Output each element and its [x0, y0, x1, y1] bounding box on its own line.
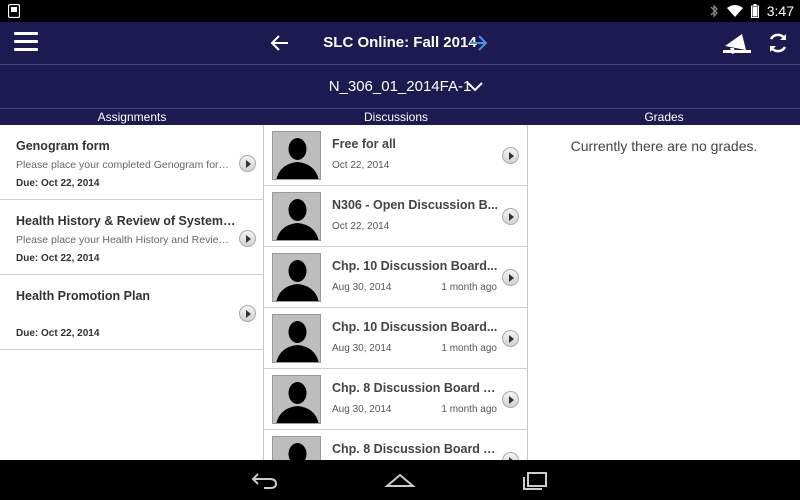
megaphone-icon[interactable] — [722, 30, 752, 56]
discussion-title: Chp. 8 Discussion Board A... — [332, 381, 498, 395]
assignment-title: Health Promotion Plan — [16, 289, 151, 303]
app-title: SLC Online: Fall 2014 — [323, 34, 477, 51]
avatar-icon — [272, 192, 321, 241]
discussion-item[interactable]: Chp. 10 Discussion Board... Aug 30, 2014… — [264, 308, 527, 369]
refresh-icon[interactable] — [766, 31, 790, 55]
discussion-date: Aug 30, 2014 — [332, 343, 392, 354]
discussion-title: N306 - Open Discussion B... — [332, 198, 498, 212]
discussions-header: Discussions — [363, 110, 429, 124]
assignment-due: Due: Oct 22, 2014 — [16, 178, 100, 189]
status-clock: 3:47 — [766, 3, 794, 19]
status-bar: 3:47 — [0, 0, 800, 22]
system-nav-bar — [0, 460, 800, 500]
assignment-due: Due: Oct 22, 2014 — [16, 328, 100, 339]
chevron-right-icon[interactable] — [502, 391, 519, 408]
discussion-item[interactable]: N306 - Open Discussion B... Oct 22, 2014 — [264, 186, 527, 247]
grades-header: Grades — [644, 110, 684, 124]
column-headers: Assignments Discussions Grades — [0, 108, 800, 125]
avatar-icon — [272, 131, 321, 180]
chevron-right-icon[interactable] — [502, 330, 519, 347]
forward-arrow-icon[interactable] — [466, 31, 490, 55]
avatar-icon — [272, 314, 321, 363]
chevron-right-icon[interactable] — [239, 305, 256, 322]
discussion-ago: 1 month ago — [441, 282, 497, 293]
discussion-date: Aug 30, 2014 — [332, 282, 392, 293]
discussion-ago: 1 month ago — [441, 343, 497, 354]
assignment-due: Due: Oct 22, 2014 — [16, 253, 100, 264]
discussion-title: Chp. 10 Discussion Board... — [332, 259, 498, 273]
back-arrow-icon[interactable] — [268, 31, 292, 55]
recents-icon[interactable] — [520, 470, 550, 490]
grades-empty-message: Currently there are no grades. — [570, 138, 758, 154]
discussion-date: Oct 22, 2014 — [332, 221, 390, 232]
chevron-right-icon[interactable] — [239, 230, 256, 247]
chevron-right-icon[interactable] — [502, 208, 519, 225]
discussion-item[interactable]: Chp. 8 Discussion Board A... — [264, 430, 527, 460]
assignments-list[interactable]: Genogram form Please place your complete… — [0, 125, 264, 460]
discussion-date: Oct 22, 2014 — [332, 160, 390, 171]
bluetooth-icon — [710, 4, 718, 18]
assignments-header: Assignments — [97, 110, 167, 124]
discussion-date: Aug 30, 2014 — [332, 404, 392, 415]
discussion-title: Chp. 10 Discussion Board... — [332, 320, 498, 334]
discussion-item[interactable]: Chp. 10 Discussion Board... Aug 30, 2014… — [264, 247, 527, 308]
discussion-item[interactable]: Free for all Oct 22, 2014 — [264, 125, 527, 186]
assignment-item[interactable]: Health Promotion Plan Due: Oct 22, 2014 — [0, 275, 263, 350]
avatar-icon — [272, 375, 321, 424]
avatar-icon — [272, 436, 321, 460]
assignment-description: Please place your Health History and Rev… — [16, 234, 236, 246]
discussion-item[interactable]: Chp. 8 Discussion Board A... Aug 30, 201… — [264, 369, 527, 430]
assignment-title: Genogram form — [16, 139, 110, 153]
discussions-list[interactable]: Free for all Oct 22, 2014 N306 - Open Di… — [264, 125, 528, 460]
discussion-ago: 1 month ago — [441, 404, 497, 415]
main-content: Genogram form Please place your complete… — [0, 125, 800, 460]
assignment-item[interactable]: Genogram form Please place your complete… — [0, 125, 263, 200]
course-name[interactable]: N_306_01_2014FA-1 — [0, 65, 800, 108]
android-notification-icon — [8, 4, 20, 18]
discussion-title: Chp. 8 Discussion Board A... — [332, 442, 498, 456]
course-selector[interactable]: N_306_01_2014FA-1 — [0, 64, 800, 108]
assignment-item[interactable]: Health History & Review of Systems f... … — [0, 200, 263, 275]
battery-icon — [750, 4, 759, 18]
back-icon[interactable] — [250, 470, 280, 490]
grades-panel: Currently there are no grades. — [528, 125, 800, 460]
discussion-title: Free for all — [332, 137, 396, 151]
assignment-title: Health History & Review of Systems f... — [16, 214, 236, 228]
chevron-right-icon[interactable] — [502, 269, 519, 286]
wifi-icon — [726, 5, 743, 17]
chevron-right-icon[interactable] — [502, 452, 519, 460]
app-bar: SLC Online: Fall 2014 — [0, 22, 800, 64]
chevron-right-icon[interactable] — [239, 155, 256, 172]
assignment-description: Please place your completed Genogram for… — [16, 159, 236, 171]
home-icon[interactable] — [384, 470, 416, 490]
avatar-icon — [272, 253, 321, 302]
chevron-right-icon[interactable] — [502, 147, 519, 164]
chevron-down-icon[interactable] — [466, 78, 484, 96]
